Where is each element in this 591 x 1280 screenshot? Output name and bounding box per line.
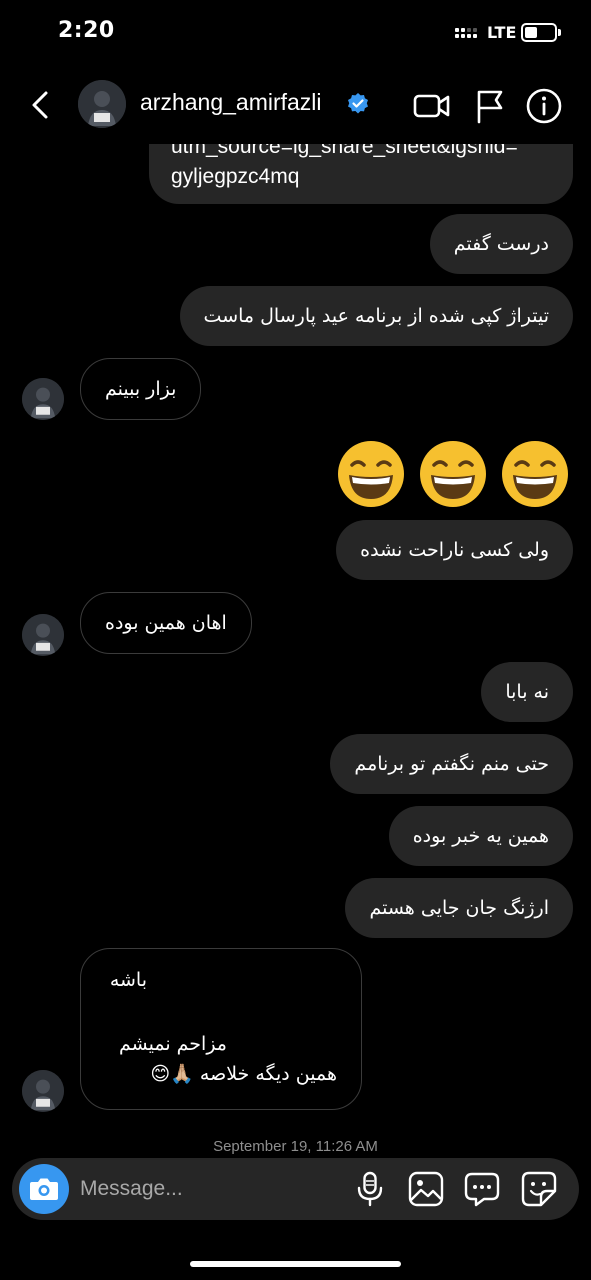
sender-avatar[interactable] [22, 614, 64, 656]
avatar-image [22, 1070, 64, 1112]
microphone-icon[interactable] [350, 1169, 390, 1209]
battery-icon [521, 23, 561, 42]
username[interactable]: arzhang_amirfazli [140, 89, 322, 116]
message-line: باشه [109, 969, 147, 991]
message-line: همین دیگه خلاصه 🙏🏼😊 [150, 1063, 337, 1085]
status-time: 2:20 [58, 18, 115, 43]
camera-icon [30, 1178, 58, 1200]
sent-message[interactable]: ارژنگ جان جایی هستم [345, 878, 573, 938]
grinning-face-icon [420, 441, 486, 507]
chat-header: arzhang_amirfazli [0, 66, 591, 144]
flag-icon[interactable] [470, 86, 510, 126]
back-icon[interactable] [26, 88, 56, 122]
sticker-icon[interactable] [519, 1169, 559, 1209]
sent-message[interactable]: درست گفتم [429, 214, 573, 274]
sent-message[interactable]: همین یه خبر بوده [388, 806, 573, 866]
message-input[interactable] [80, 1172, 340, 1206]
chat-bubble-icon[interactable] [462, 1169, 502, 1209]
header-avatar[interactable] [78, 80, 126, 128]
home-indicator[interactable] [190, 1261, 401, 1267]
grinning-face-icon [338, 441, 404, 507]
sent-message[interactable]: تیتراژ کپی شده از برنامه عید پارسال ماست [179, 286, 573, 346]
received-message[interactable]: بزار ببینم [80, 358, 202, 420]
sent-message[interactable]: نه بابا [481, 662, 573, 722]
sent-message[interactable]: حتی منم نگفتم تو برنامم [330, 734, 573, 794]
verified-icon [348, 93, 368, 114]
sender-avatar[interactable] [22, 1070, 64, 1112]
video-call-icon[interactable] [412, 86, 452, 126]
avatar-image [22, 378, 64, 420]
link-text-line-2: gyljegpzc4mq [171, 165, 300, 188]
received-message[interactable]: اهان همین بوده [80, 592, 252, 654]
sent-message[interactable]: ولی کسی ناراحت نشده [336, 520, 573, 580]
gallery-icon[interactable] [406, 1169, 446, 1209]
message-line: مزاحم نمیشم [119, 1033, 227, 1055]
sender-avatar[interactable] [22, 378, 64, 420]
camera-button[interactable] [19, 1164, 69, 1214]
network-type: LTE [487, 23, 517, 42]
signal-icon [455, 28, 477, 38]
emoji-message[interactable]: 😄😄😄 [336, 436, 574, 512]
avatar-image [78, 80, 126, 128]
received-message[interactable]: باشه مزاحم نمیشم همین دیگه خلاصه 🙏🏼😊 [80, 948, 362, 1110]
message-timestamp: September 19, 11:26 AM [213, 1138, 378, 1155]
status-bar: 2:20 LTE [0, 0, 591, 66]
info-icon[interactable] [524, 86, 564, 126]
grinning-face-icon [502, 441, 568, 507]
avatar-image [22, 614, 64, 656]
message-composer [12, 1158, 579, 1220]
